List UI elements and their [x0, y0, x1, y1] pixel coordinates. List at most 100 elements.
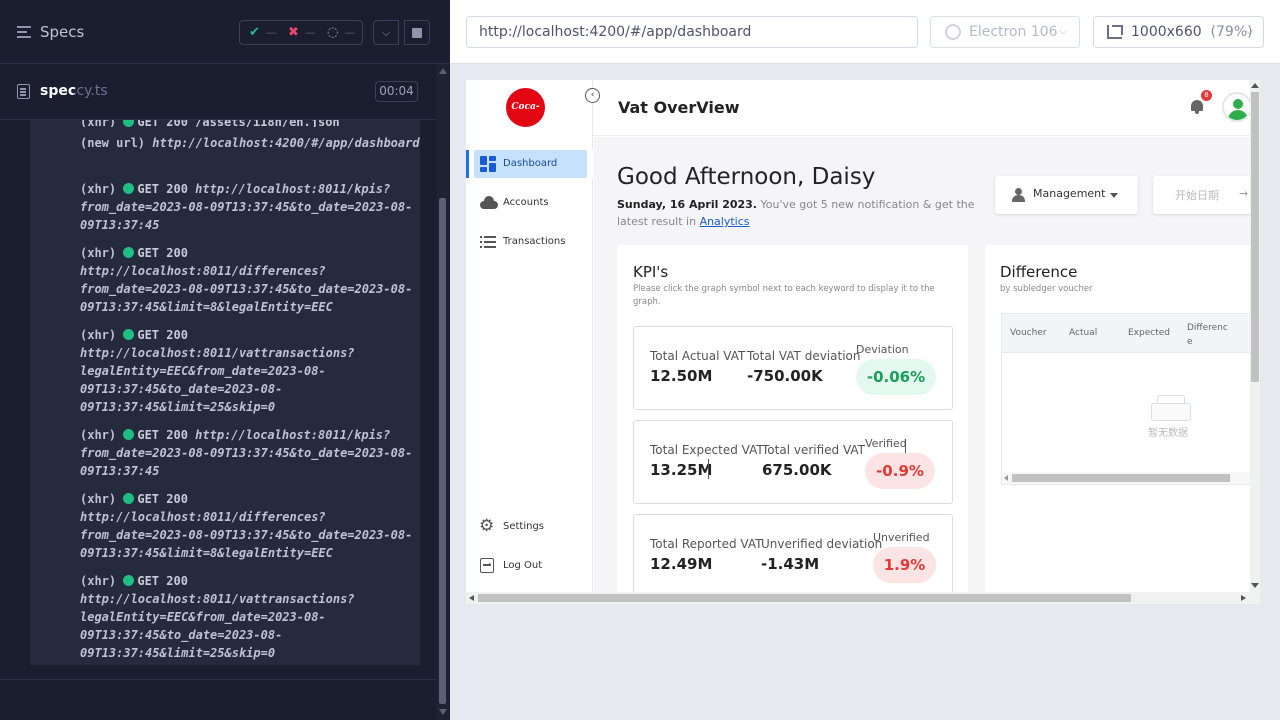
- pending-stat: ◌ —: [327, 25, 356, 40]
- kpi-value: 675.00K: [762, 461, 832, 479]
- kpi-label: Total verified VAT: [762, 443, 866, 457]
- preview-header: http://localhost:4200/#/app/dashboard El…: [450, 0, 1280, 64]
- log-entry[interactable]: (xhr) GET 200 http://localhost:8011/diff…: [80, 244, 420, 316]
- log-entry[interactable]: (xhr) GET 200 http://localhost:8011/vatt…: [80, 572, 420, 662]
- log-entry[interactable]: (xhr) GET 200 http://localhost:8011/diff…: [80, 490, 420, 562]
- kpi-pill[interactable]: -0.9%: [865, 453, 935, 489]
- kpi-row: Total Expected VAT 13.25M Total verified…: [633, 420, 953, 504]
- kpi-pill-label: Verified: [865, 437, 907, 450]
- kpi-value: 12.50M: [650, 367, 713, 385]
- chevron-down-icon: ⌵: [381, 25, 391, 39]
- failed-stat: ✖ —: [288, 25, 316, 40]
- empty-box-icon: [1151, 395, 1191, 421]
- kpi-pill[interactable]: 1.9%: [873, 547, 936, 583]
- text-cursor: [708, 459, 709, 479]
- viewport-select[interactable]: 1000x660 (79%) ⌵: [1093, 16, 1264, 48]
- sidebar-item-accounts[interactable]: Accounts: [466, 189, 593, 217]
- kpi-pill-label: Unverified: [873, 531, 930, 544]
- test-stats: ✔ — ✖ — ◌ —: [239, 20, 363, 45]
- log-entry[interactable]: (new url) http://localhost:4200/#/app/da…: [80, 134, 420, 152]
- scroll-down-arrow[interactable]: [439, 709, 447, 715]
- kpi-label: Total Expected VAT: [650, 443, 764, 457]
- date-line: Sunday, 16 April 2023. You've got 5 new …: [617, 198, 975, 228]
- dashboard-icon: [480, 156, 496, 172]
- arrow-right-icon: →: [1239, 187, 1249, 200]
- viewport-icon: [1107, 25, 1123, 39]
- divider: [0, 679, 436, 680]
- stop-icon: [412, 27, 422, 38]
- bell-icon[interactable]: [1190, 99, 1204, 114]
- difference-table: Voucher Actual Expected Difference 暂无数据: [1001, 313, 1260, 485]
- runner-panel: Specs ✔ — ✖ — ◌ — ⌵ spec .cy.ts 00:04 (xhr)…: [0, 0, 450, 720]
- start-date-input[interactable]: 开始日期 →: [1153, 176, 1260, 214]
- command-log[interactable]: (xhr) GET 200 /assets/i18n/en.json (new …: [30, 120, 420, 665]
- column-header[interactable]: Voucher: [1010, 328, 1047, 338]
- logout-icon: ›: [480, 558, 494, 573]
- app-horizontal-scrollbar[interactable]: [466, 592, 1260, 604]
- file-icon: [17, 84, 30, 99]
- app-vertical-scrollbar[interactable]: [1250, 80, 1260, 592]
- spec-timer: 00:04: [375, 81, 418, 102]
- runner-topbar: Specs ✔ — ✖ — ◌ — ⌵: [0, 0, 450, 64]
- kpi-value: -750.00K: [747, 367, 823, 385]
- cloud-icon: [480, 195, 498, 211]
- empty-state-text: 暂无数据: [1148, 428, 1188, 439]
- avatar[interactable]: [1222, 92, 1252, 122]
- scroll-up-arrow[interactable]: [439, 68, 447, 74]
- app-sidebar: Coca-Cola Dashboard Accounts Transaction…: [466, 80, 593, 592]
- status-dot: [123, 329, 135, 340]
- kpi-label: Total Actual VAT: [650, 349, 746, 363]
- specs-list-icon[interactable]: [17, 26, 31, 38]
- kpi-value: -1.43M: [761, 555, 820, 573]
- log-entry[interactable]: (xhr) GET 200 http://localhost:8011/kpis…: [80, 426, 420, 480]
- difference-subtitle: by subledger voucher: [1000, 284, 1093, 294]
- kpi-row: Total Actual VAT 12.50M Total VAT deviat…: [633, 326, 953, 410]
- browser-select[interactable]: Electron 106 ⌵: [930, 16, 1080, 48]
- coca-cola-logo[interactable]: Coca-Cola: [506, 88, 545, 151]
- kpi-value: 12.49M: [650, 555, 713, 573]
- log-entry[interactable]: (xhr) GET 200 http://localhost:8011/vatt…: [80, 326, 420, 416]
- sidebar-item-logout[interactable]: › Log Out: [466, 552, 593, 580]
- url-bar[interactable]: http://localhost:4200/#/app/dashboard: [466, 16, 918, 48]
- status-dot: [123, 247, 135, 258]
- caret-down-icon: [1110, 193, 1118, 198]
- role-select[interactable]: Management: [995, 176, 1138, 214]
- difference-title: Difference: [1000, 263, 1078, 281]
- log-entry[interactable]: (xhr) GET 200 /assets/i18n/en.json: [80, 120, 420, 127]
- log-entry[interactable]: (xhr) GET 200 http://localhost:8011/kpis…: [80, 180, 420, 234]
- sidebar-item-transactions[interactable]: Transactions: [466, 228, 593, 256]
- column-header[interactable]: Difference: [1187, 321, 1229, 349]
- kpi-label: Total Reported VAT: [650, 537, 763, 551]
- chevron-down-icon: ⌵: [1059, 26, 1067, 37]
- specs-label[interactable]: Specs: [40, 23, 84, 41]
- sidebar-item-dashboard[interactable]: Dashboard: [466, 150, 593, 178]
- status-dot: [123, 493, 135, 504]
- table-header: Voucher Actual Expected Difference: [1002, 314, 1260, 353]
- chevron-down-button[interactable]: ⌵: [373, 20, 399, 45]
- page-title: Vat OverView: [618, 98, 740, 117]
- kpi-pill-label: Deviation: [856, 343, 909, 356]
- status-dot: [123, 120, 135, 127]
- chevron-left-icon: ‹: [590, 90, 595, 100]
- kpi-label: Unverified deviation: [761, 537, 883, 551]
- pending-icon: ◌: [327, 25, 339, 40]
- column-header[interactable]: Actual: [1069, 328, 1097, 338]
- table-horizontal-scrollbar[interactable]: [1002, 472, 1260, 484]
- stop-button[interactable]: [404, 20, 430, 45]
- sidebar-item-settings[interactable]: ⚙ Settings: [466, 513, 593, 541]
- difference-card: Difference by subledger voucher Voucher …: [985, 245, 1260, 604]
- kpi-title: KPI's: [633, 263, 669, 281]
- analytics-link[interactable]: Analytics: [700, 215, 750, 228]
- kpi-pill[interactable]: -0.06%: [856, 359, 936, 395]
- spec-file-name[interactable]: spec: [40, 83, 76, 99]
- kpi-subtitle: Please click the graph symbol next to ea…: [633, 284, 935, 307]
- preview-panel: http://localhost:4200/#/app/dashboard El…: [450, 0, 1280, 720]
- chevron-down-icon: ⌵: [1245, 26, 1253, 37]
- column-header[interactable]: Expected: [1128, 328, 1170, 338]
- app-under-test: Coca-Cola Dashboard Accounts Transaction…: [466, 80, 1260, 604]
- notification-badge: 8: [1201, 90, 1212, 101]
- sidebar-collapse-button[interactable]: ‹: [585, 88, 600, 103]
- runner-scrollbar-thumb[interactable]: [439, 198, 446, 704]
- status-dot: [123, 429, 135, 440]
- kpi-value: 13.25M: [650, 461, 713, 479]
